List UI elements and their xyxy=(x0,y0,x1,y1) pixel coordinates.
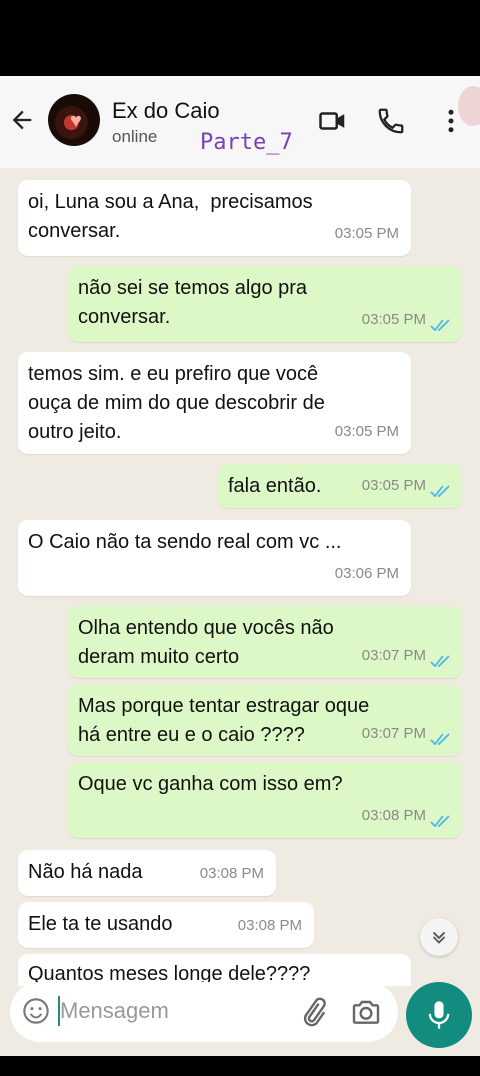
message-bubble-outgoing[interactable]: Oque vc ganha com isso em? 03:08 PM xyxy=(68,762,462,838)
message-bubble-outgoing[interactable]: não sei se temos algo pra conversar. 03:… xyxy=(68,266,462,342)
message-bubble-incoming[interactable]: Ele ta te usando 03:08 PM xyxy=(18,902,314,948)
attach-icon[interactable] xyxy=(298,996,330,1028)
video-call-icon[interactable] xyxy=(318,106,348,136)
message-time: 03:07 PM xyxy=(361,725,426,742)
message-text: fala então. xyxy=(228,475,322,497)
message-bubble-outgoing[interactable]: fala então. 03:05 PM xyxy=(218,464,462,508)
heart-icon: ♥ xyxy=(70,110,82,132)
mic-icon xyxy=(428,1001,450,1029)
message-list: oi, Luna sou a Ana, precisamos conversar… xyxy=(0,168,480,986)
read-check-icon xyxy=(430,815,450,828)
message-text: Olha entendo que vocês não deram muito c… xyxy=(78,617,334,668)
chat-screen: ♥ Ex do Caio online Parte_7 oi, Luna sou… xyxy=(0,76,480,1056)
mic-button[interactable] xyxy=(406,982,472,1048)
floating-overlay xyxy=(458,86,480,126)
read-check-icon xyxy=(430,485,450,498)
message-composer[interactable]: Mensagem xyxy=(10,982,398,1042)
status-bar-area xyxy=(0,0,480,76)
message-time: 03:05 PM xyxy=(361,477,426,494)
read-check-icon xyxy=(430,733,450,746)
read-check-icon xyxy=(430,319,450,332)
message-text: temos sim. e eu prefiro que você ouça de… xyxy=(28,363,325,443)
camera-icon[interactable] xyxy=(350,996,382,1028)
message-text: Oque vc ganha com isso em? xyxy=(78,773,343,795)
back-arrow-icon[interactable] xyxy=(8,106,36,134)
message-bubble-outgoing[interactable]: Mas porque tentar estragar oque há entre… xyxy=(68,684,462,756)
message-bubble-incoming[interactable]: oi, Luna sou a Ana, precisamos conversar… xyxy=(18,180,411,256)
chat-header: ♥ Ex do Caio online Parte_7 xyxy=(0,76,480,168)
scroll-down-button[interactable] xyxy=(420,918,458,956)
message-time: 03:08 PM xyxy=(199,865,264,882)
message-bubble-incoming[interactable]: temos sim. e eu prefiro que você ouça de… xyxy=(18,352,411,454)
message-text: Mas porque tentar estragar oque há entre… xyxy=(78,695,370,746)
message-bubble-incoming[interactable]: Não há nada 03:08 PM xyxy=(18,850,276,896)
phone-icon[interactable] xyxy=(376,106,406,136)
navigation-bar-area xyxy=(0,1056,480,1076)
message-time: 03:08 PM xyxy=(361,807,426,824)
message-text: O Caio não ta sendo real com vc ... xyxy=(28,531,342,553)
double-chevron-down-icon xyxy=(432,931,446,944)
message-bubble-incoming[interactable]: O Caio não ta sendo real com vc ... 03:0… xyxy=(18,520,411,596)
message-time: 03:06 PM xyxy=(334,565,399,582)
avatar[interactable]: ♥ xyxy=(48,94,100,146)
message-text: Não há nada xyxy=(28,861,143,883)
message-text: Ele ta te usando xyxy=(28,913,173,935)
message-time: 03:08 PM xyxy=(237,917,302,934)
message-bubble-outgoing[interactable]: Olha entendo que vocês não deram muito c… xyxy=(68,606,462,678)
read-check-icon xyxy=(430,655,450,668)
message-time: 03:05 PM xyxy=(361,311,426,328)
overlay-caption: Parte_7 xyxy=(200,130,293,155)
emoji-icon[interactable] xyxy=(22,997,50,1025)
message-text: não sei se temos algo pra conversar. xyxy=(78,277,308,328)
message-text: oi, Luna sou a Ana, precisamos conversar… xyxy=(28,191,313,242)
contact-name[interactable]: Ex do Caio xyxy=(112,98,220,124)
message-time: 03:05 PM xyxy=(334,225,399,242)
contact-status: online xyxy=(112,127,158,146)
message-input[interactable]: Mensagem xyxy=(60,998,169,1024)
message-time: 03:07 PM xyxy=(361,647,426,664)
message-time: 03:05 PM xyxy=(334,423,399,440)
